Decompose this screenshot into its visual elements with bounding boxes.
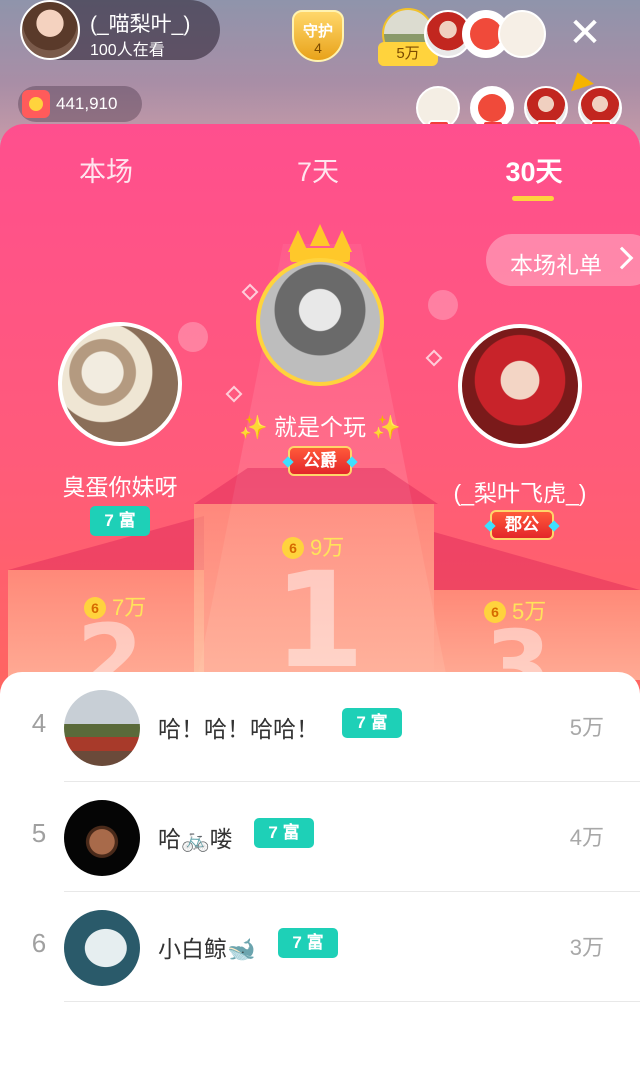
- second-place-avatar[interactable]: [58, 322, 182, 446]
- rich-level-badge: 7 富: [342, 708, 402, 738]
- third-place-name: (_梨叶飞虎_): [453, 480, 587, 506]
- active-tab-indicator: [512, 196, 554, 201]
- noble-badge: 公爵: [282, 446, 358, 476]
- decor-bubble: [178, 322, 208, 352]
- period-tabs: 本场 7天 30天: [0, 124, 640, 210]
- divider: [64, 1001, 640, 1002]
- second-place-amount: 6 7万: [84, 590, 146, 622]
- noble-label: 郡公: [505, 515, 539, 534]
- viewer-avatar[interactable]: [498, 10, 546, 58]
- host-name: (_喵梨叶_): [90, 13, 191, 36]
- noble-badge: 郡公: [484, 510, 560, 540]
- list-item[interactable]: 5 哈🚲喽 7 富 4万: [0, 782, 640, 892]
- noble-label: 公爵: [303, 451, 337, 470]
- contribution-value: 4万: [569, 825, 604, 850]
- coin-icon: 6: [484, 601, 506, 623]
- tab-30-days[interactable]: 30天: [464, 150, 604, 189]
- rich-level-badge: 7 富: [254, 818, 314, 848]
- rank-number: 4: [31, 708, 47, 738]
- coin-value: 441,910: [56, 94, 118, 113]
- coin-balance[interactable]: 441,910: [18, 86, 142, 122]
- gift-list-label: 本场礼单: [510, 252, 602, 278]
- second-place-name: 臭蛋你妹呀: [62, 474, 178, 500]
- first-place-avatar[interactable]: [256, 258, 384, 386]
- chevron-right-icon: [610, 246, 634, 270]
- rank-number: 6: [31, 928, 47, 958]
- ranking-panel: 本场 7天 30天 本场礼单 2 3 1 ✨ 就是个玩 ✨ 公爵 6 9万 臭蛋…: [0, 124, 640, 1082]
- contribution-value: 5万: [569, 715, 604, 740]
- gift-list-button[interactable]: 本场礼单: [486, 234, 640, 286]
- sparkle-icon: [241, 283, 259, 301]
- sparkle-icon: [425, 349, 443, 367]
- third-place-avatar[interactable]: [458, 324, 582, 448]
- first-place-name: ✨ 就是个玩 ✨: [238, 414, 402, 440]
- guard-label: 守护: [302, 23, 333, 40]
- rank-number: 5: [31, 818, 47, 848]
- tab-this-show[interactable]: 本场: [36, 150, 176, 189]
- guard-badge[interactable]: 守护 4: [288, 6, 348, 62]
- amount-value: 7万: [112, 595, 147, 620]
- amount-value: 9万: [310, 535, 345, 560]
- coin-icon: 6: [84, 597, 106, 619]
- viewer-count: 100人在看: [90, 42, 165, 59]
- rich-level-badge: 7 富: [278, 928, 338, 958]
- sparkle-icon: [225, 385, 243, 403]
- list-item[interactable]: 4 哈！哈！哈哈！ 7 富 5万: [0, 672, 640, 782]
- coin-icon: [22, 90, 50, 118]
- user-avatar[interactable]: [64, 690, 140, 766]
- user-avatar[interactable]: [64, 800, 140, 876]
- ranking-list: 4 哈！哈！哈哈！ 7 富 5万 5 哈🚲喽 7 富 4万 6 小白鲸🐋 7 富…: [0, 672, 640, 1082]
- decor-bubble: [428, 290, 458, 320]
- user-name: 哈！哈！哈哈！: [158, 716, 319, 742]
- host-info[interactable]: (_喵梨叶_) 100人在看: [20, 0, 220, 60]
- host-avatar[interactable]: [20, 0, 80, 60]
- tab-7-days[interactable]: 7天: [248, 150, 388, 189]
- user-name: 哈🚲喽: [158, 826, 233, 852]
- close-button[interactable]: ✕: [562, 10, 608, 56]
- user-avatar[interactable]: [64, 910, 140, 986]
- coin-icon: 6: [282, 537, 304, 559]
- user-name: 小白鲸🐋: [158, 936, 256, 962]
- third-place-amount: 6 5万: [484, 594, 546, 626]
- first-place-amount: 6 9万: [282, 530, 344, 562]
- contribution-value: 3万: [569, 935, 604, 960]
- guard-count: 4: [314, 40, 322, 56]
- list-item[interactable]: 6 小白鲸🐋 7 富 3万: [0, 892, 640, 1002]
- amount-value: 5万: [512, 599, 547, 624]
- rich-level-badge: 7 富: [90, 506, 150, 536]
